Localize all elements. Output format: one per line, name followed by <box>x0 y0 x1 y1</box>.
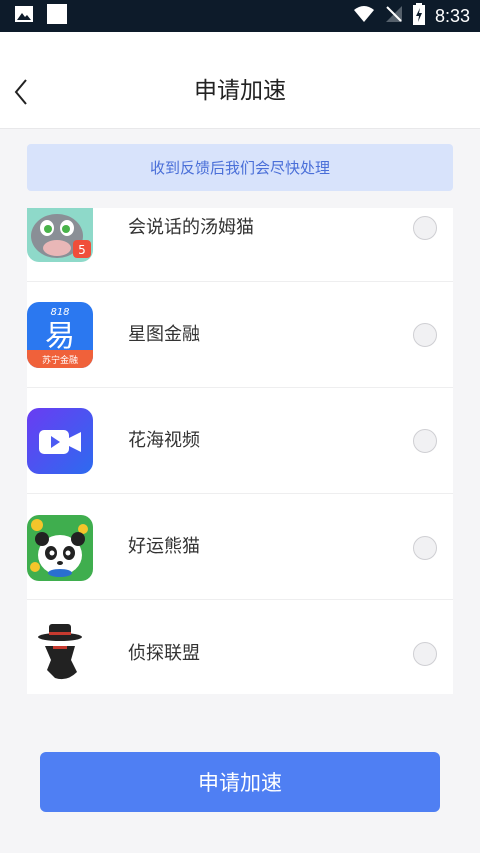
status-bar-left <box>14 3 68 29</box>
battery-charging-icon <box>412 3 425 29</box>
app-select-radio[interactable] <box>413 429 437 453</box>
no-signal-icon <box>385 5 403 27</box>
app-header: 申请加速 <box>0 32 480 129</box>
notification-square-icon <box>46 3 68 29</box>
image-icon <box>14 5 34 27</box>
tom-cat-app-icon: 5 <box>27 208 93 262</box>
list-item[interactable]: 侦探联盟 <box>27 600 453 694</box>
app-select-radio[interactable] <box>413 536 437 560</box>
video-camera-app-icon <box>27 408 93 474</box>
list-item[interactable]: 818 易 苏宁金融 星图金融 <box>27 282 453 388</box>
status-bar-right: 8:33 <box>353 3 470 29</box>
list-item[interactable]: 5 会说话的汤姆猫 <box>27 208 453 282</box>
app-list: 5 会说话的汤姆猫 818 易 苏宁金融 星图金融 花海视频 好运熊猫 侦探联盟 <box>27 208 453 694</box>
wifi-icon <box>353 5 375 27</box>
app-name: 会说话的汤姆猫 <box>128 217 254 238</box>
status-time: 8:33 <box>434 5 470 26</box>
app-name: 星图金融 <box>128 324 200 345</box>
submit-button-label: 申请加速 <box>198 771 282 795</box>
list-item[interactable]: 花海视频 <box>27 388 453 494</box>
apply-acceleration-button[interactable]: 申请加速 <box>40 752 440 812</box>
app-name: 花海视频 <box>128 430 200 451</box>
app-select-radio[interactable] <box>413 323 437 347</box>
icon-text-bottom: 苏宁金融 <box>42 354 78 366</box>
svg-text:5: 5 <box>78 243 86 257</box>
notice-text: 收到反馈后我们会尽快处理 <box>149 159 330 177</box>
app-select-radio[interactable] <box>413 642 437 666</box>
xingtu-finance-app-icon: 818 易 苏宁金融 <box>27 302 93 368</box>
detective-app-icon <box>27 620 93 686</box>
app-name: 侦探联盟 <box>128 643 200 664</box>
feedback-notice: 收到反馈后我们会尽快处理 <box>27 144 453 191</box>
panda-app-icon <box>27 515 93 581</box>
app-name: 好运熊猫 <box>128 536 200 557</box>
icon-text-main: 易 <box>45 319 75 354</box>
status-bar: 8:33 <box>0 0 480 32</box>
list-item[interactable]: 好运熊猫 <box>27 494 453 600</box>
page-title: 申请加速 <box>194 78 286 104</box>
icon-text-top: 818 <box>50 307 69 318</box>
app-select-radio[interactable] <box>413 216 437 240</box>
